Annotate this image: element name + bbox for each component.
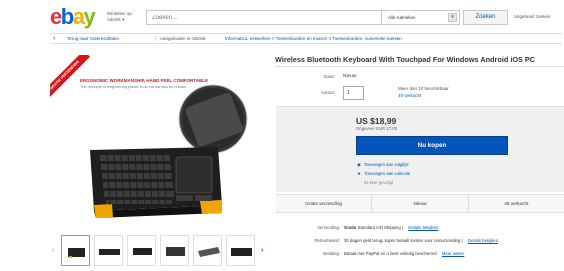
search-button[interactable]: Zoeken <box>463 10 508 25</box>
shipping-detail: Gratis Standard Int'l Shipping | Details… <box>344 225 438 230</box>
add-to-watchlist-label: Toevoegen aan volglijst <box>363 162 409 167</box>
thumbnail[interactable] <box>61 235 90 266</box>
availability-text: Meer dan 10 beschikbaar <box>398 86 449 91</box>
add-to-collection-label: Toevoegen aan collectie <box>364 171 411 176</box>
quantity-input[interactable]: 1 <box>343 86 364 100</box>
keyboard-thumb-image <box>68 248 85 258</box>
search-input[interactable] <box>147 11 381 24</box>
chevron-down-icon: ▾ <box>448 13 457 22</box>
chevron-left-icon[interactable]: ‹ <box>53 34 55 43</box>
main-product-image[interactable]: GRATIS VERZENDING ERGONOMIC WORKMANSHIP,… <box>50 55 256 227</box>
stat-condition: Nieuw <box>372 195 469 212</box>
returns-detail: 30 dagen geld terug, koper betaalt koste… <box>344 238 498 243</box>
chevron-right-icon[interactable]: › <box>261 247 263 254</box>
divider <box>275 66 564 67</box>
ebay-logo[interactable]: e b a y <box>50 4 96 29</box>
add-to-collection-link[interactable]: ★ Toevoegen aan collectie <box>357 171 410 177</box>
payments-text: Betaal met PayPal en u bent volledig bes… <box>344 251 437 256</box>
shipping-label: Verzending: <box>317 225 340 230</box>
back-to-results-link[interactable]: Terug naar zoekresultaten <box>67 34 119 43</box>
shipping-text: Standard Int'l Shipping | <box>357 225 404 230</box>
watchers-count: 83 keer gevolgd <box>364 180 394 185</box>
product-title: Wireless Bluetooth Keyboard With Touchpa… <box>275 55 536 64</box>
promo-headline: ERGONOMIC WORKMANSHIP, HAND FEEL COMFORT… <box>80 78 208 83</box>
condition-value: Nieuw <box>343 74 357 79</box>
listed-in-label: Aangeboden in rubriek: <box>160 36 207 41</box>
star-icon: ★ <box>357 171 362 176</box>
shipping-free: Gratis <box>344 225 357 230</box>
price: US $18,99 <box>356 116 397 126</box>
keyboard-thumb-image <box>231 248 252 256</box>
logo-letter-a: a <box>72 4 85 29</box>
header: e b a y Winkelen op rubriek ▾ Alle rubri… <box>0 0 564 32</box>
search-box <box>146 10 382 25</box>
approx-price: Ongeveer EUR 17,00 <box>356 126 398 131</box>
stat-sold: 49 verkocht <box>504 201 529 206</box>
payments-detail: Betaal met PayPal en u bent volledig bes… <box>344 251 464 256</box>
thumbnail[interactable] <box>127 235 156 266</box>
thumbnail[interactable] <box>193 235 222 266</box>
divider: | <box>155 36 157 41</box>
eye-icon: ◉ <box>357 162 361 167</box>
buy-it-now-button[interactable]: Nu kopen <box>356 136 508 155</box>
shop-by-category-menu[interactable]: Winkelen op rubriek ▾ <box>107 11 141 22</box>
keyboard-thumb-image <box>166 247 185 256</box>
shipping-details-link[interactable]: Details bekijken <box>408 225 438 230</box>
payments-more-link[interactable]: Meer weten <box>442 251 464 256</box>
thumbnail[interactable] <box>94 235 123 266</box>
logo-letter-b: b <box>60 4 74 29</box>
category-select[interactable]: Alle rubrieken ▾ <box>382 10 460 25</box>
thumbnail[interactable] <box>160 235 189 266</box>
logo-letter-y: y <box>83 4 95 29</box>
sold-count-link[interactable]: 49 verkocht <box>398 93 421 98</box>
keyboard-thumb-image <box>99 249 120 255</box>
chevron-down-icon: ▾ <box>122 16 125 22</box>
keyboard-thumb-image <box>198 247 220 257</box>
stats-bar: Gratis verzending Nieuw 49 verkocht <box>276 194 564 213</box>
logo-letter-e: e <box>50 4 62 29</box>
chevron-left-icon[interactable]: ‹ <box>52 247 54 254</box>
payments-label: Betaling: <box>323 251 340 256</box>
breadcrumb: ‹ Terug naar zoekresultaten | Aangeboden… <box>50 33 562 44</box>
category-path-link[interactable]: Informatica, netwerken > Toetsenborden e… <box>225 34 402 43</box>
category-select-value: Alle rubrieken <box>388 15 416 20</box>
stat-shipping: Gratis verzending <box>276 195 373 212</box>
advanced-search-link[interactable]: Uitgebreid zoeken <box>514 14 550 19</box>
returns-label: Retourbeleid: <box>314 238 340 243</box>
keyboard-thumb-image <box>133 248 152 255</box>
returns-details-link[interactable]: Details bekijken <box>468 238 498 243</box>
thumbnail-strip: ‹ › <box>52 233 268 271</box>
quantity-label: Aantal: <box>320 90 335 95</box>
thumbnail[interactable] <box>226 235 255 266</box>
shop-by-line2: rubriek ▾ <box>107 16 125 22</box>
condition-label: Staat: <box>323 74 335 79</box>
promo-subline: The principle of engineering plastic is … <box>80 85 188 89</box>
returns-text: 30 dagen geld terug, koper betaalt koste… <box>344 238 463 243</box>
add-to-watchlist-link[interactable]: ◉ Toevoegen aan volglijst <box>357 162 409 168</box>
